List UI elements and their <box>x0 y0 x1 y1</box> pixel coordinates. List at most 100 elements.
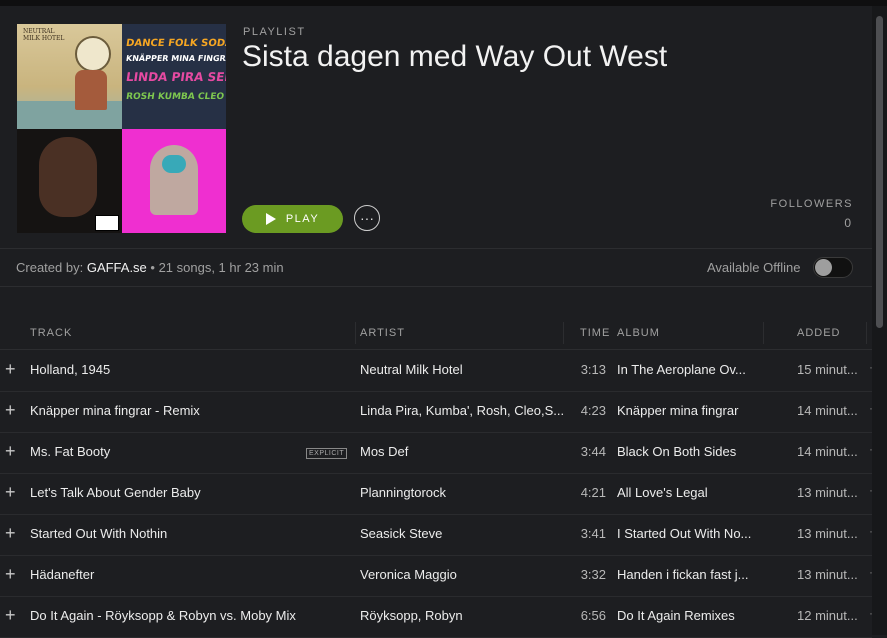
track-artist[interactable]: Veronica Maggio <box>360 567 572 582</box>
column-separator[interactable] <box>355 322 356 344</box>
track-title[interactable]: Ms. Fat Booty <box>30 444 300 459</box>
cover-line-3: LINDA PIRA SEP <box>124 70 226 84</box>
play-button[interactable]: PLAY <box>242 205 343 233</box>
track-row[interactable]: + Knäpper mina fingrar - Remix Linda Pir… <box>0 391 873 433</box>
owner-link[interactable]: GAFFA.se <box>87 260 147 275</box>
track-duration: 4:23 <box>580 403 606 418</box>
track-row[interactable]: + Holland, 1945 Neutral Milk Hotel 3:13 … <box>0 350 873 392</box>
column-header-album[interactable]: ALBUM <box>617 327 660 339</box>
playlist-title: Sista dagen med Way Out West <box>242 40 668 73</box>
playlist-summary: • 21 songs, 1 hr 23 min <box>146 260 284 275</box>
available-offline-toggle[interactable] <box>813 257 853 278</box>
playlist-type-label: PLAYLIST <box>243 26 306 38</box>
track-title[interactable]: Knäpper mina fingrar - Remix <box>30 403 300 418</box>
cover-portrait-shape <box>39 136 97 217</box>
track-added: 14 minut... <box>797 444 858 459</box>
track-duration: 3:13 <box>580 362 606 377</box>
track-duration: 3:44 <box>580 444 606 459</box>
cover-line-4: ROSH KUMBA CLEO <box>124 92 225 102</box>
track-row[interactable]: + Let's Talk About Gender Baby Planningt… <box>0 473 873 515</box>
track-duration: 4:21 <box>580 485 606 500</box>
row-more-icon[interactable]: · <box>869 401 873 415</box>
track-album[interactable]: Do It Again Remixes <box>617 608 757 623</box>
cover-tile-album-2: DANCE FOLK SODA KNÄPPER MINA FINGRAR LIN… <box>121 24 226 129</box>
row-more-icon[interactable]: · <box>869 565 873 579</box>
track-album[interactable]: Handen i fickan fast j... <box>617 567 757 582</box>
column-separator[interactable] <box>563 322 564 344</box>
track-duration: 3:32 <box>580 567 606 582</box>
cover-tile-album-3 <box>17 128 122 233</box>
track-added: 13 minut... <box>797 485 858 500</box>
row-more-icon[interactable]: · <box>869 360 873 374</box>
add-track-icon[interactable]: + <box>5 441 16 462</box>
window-top-bar <box>0 0 887 6</box>
divider <box>0 248 872 249</box>
more-options-button[interactable]: ··· <box>354 205 380 231</box>
column-header-added[interactable]: ADDED <box>797 327 841 339</box>
track-title[interactable]: Do It Again - Röyksopp & Robyn vs. Moby … <box>30 608 300 623</box>
track-row[interactable]: + Ms. Fat Booty EXPLICIT Mos Def 3:44 Bl… <box>0 432 873 474</box>
add-track-icon[interactable]: + <box>5 359 16 380</box>
column-header-artist[interactable]: ARTIST <box>360 327 405 339</box>
column-separator[interactable] <box>866 322 867 344</box>
add-track-icon[interactable]: + <box>5 564 16 585</box>
track-album[interactable]: In The Aeroplane Ov... <box>617 362 757 377</box>
track-artist[interactable]: Röyksopp, Robyn <box>360 608 572 623</box>
track-duration: 3:41 <box>580 526 606 541</box>
column-separator[interactable] <box>763 322 764 344</box>
row-more-icon[interactable]: · <box>869 606 873 620</box>
followers-label: FOLLOWERS <box>770 198 853 210</box>
cover-mask-shape <box>161 154 186 173</box>
cover-sun-shape <box>75 36 111 72</box>
track-added: 14 minut... <box>797 403 858 418</box>
playlist-cover: NEUTRAL MILK HOTEL DANCE FOLK SODA KNÄPP… <box>17 24 226 233</box>
followers-count: 0 <box>844 216 851 230</box>
column-header-track[interactable]: TRACK <box>30 327 72 339</box>
row-more-icon[interactable]: · <box>869 524 873 538</box>
track-row[interactable]: + Started Out With Nothin Seasick Steve … <box>0 514 873 556</box>
add-track-icon[interactable]: + <box>5 482 16 503</box>
available-offline-label: Available Offline <box>707 260 801 275</box>
track-artist[interactable]: Seasick Steve <box>360 526 572 541</box>
scrollbar-track[interactable] <box>872 6 887 635</box>
track-album[interactable]: I Started Out With No... <box>617 526 757 541</box>
track-album[interactable]: Knäpper mina fingrar <box>617 403 757 418</box>
track-title[interactable]: Hädanefter <box>30 567 300 582</box>
cover-logo-text: NEUTRAL MILK HOTEL <box>23 28 65 42</box>
track-row[interactable]: + Do It Again - Röyksopp & Robyn vs. Mob… <box>0 596 873 638</box>
track-artist[interactable]: Linda Pira, Kumba', Rosh, Cleo,S... <box>360 403 572 418</box>
track-added: 15 minut... <box>797 362 858 377</box>
track-row[interactable]: + Hädanefter Veronica Maggio 3:32 Handen… <box>0 555 873 597</box>
track-artist[interactable]: Neutral Milk Hotel <box>360 362 572 377</box>
track-title[interactable]: Started Out With Nothin <box>30 526 300 541</box>
ellipsis-icon: ··· <box>360 210 374 226</box>
track-title[interactable]: Let's Talk About Gender Baby <box>30 485 300 500</box>
track-added: 13 minut... <box>797 567 858 582</box>
track-duration: 6:56 <box>580 608 606 623</box>
track-added: 13 minut... <box>797 526 858 541</box>
track-artist[interactable]: Planningtorock <box>360 485 572 500</box>
column-header-time[interactable]: TIME <box>580 327 610 339</box>
track-added: 12 minut... <box>797 608 858 623</box>
cover-line-2: KNÄPPER MINA FINGRAR <box>124 54 226 63</box>
divider <box>0 286 872 287</box>
add-track-icon[interactable]: + <box>5 605 16 626</box>
cover-line-1: DANCE FOLK SODA <box>124 38 226 49</box>
track-title[interactable]: Holland, 1945 <box>30 362 300 377</box>
track-album[interactable]: All Love's Legal <box>617 485 757 500</box>
created-by-label: Created by: <box>16 260 87 275</box>
add-track-icon[interactable]: + <box>5 400 16 421</box>
parental-advisory-icon <box>95 214 119 231</box>
add-track-icon[interactable]: + <box>5 523 16 544</box>
playlist-meta: Created by: GAFFA.se • 21 songs, 1 hr 23… <box>16 260 284 275</box>
explicit-badge: EXPLICIT <box>306 448 348 459</box>
row-more-icon[interactable]: · <box>869 442 873 456</box>
cover-tile-album-4 <box>121 128 226 233</box>
play-icon <box>265 213 276 225</box>
track-artist[interactable]: Mos Def <box>360 444 572 459</box>
row-more-icon[interactable]: · <box>869 483 873 497</box>
scrollbar-thumb[interactable] <box>876 16 883 328</box>
play-button-label: PLAY <box>285 213 320 225</box>
cover-tile-album-1: NEUTRAL MILK HOTEL <box>17 24 122 129</box>
track-album[interactable]: Black On Both Sides <box>617 444 757 459</box>
